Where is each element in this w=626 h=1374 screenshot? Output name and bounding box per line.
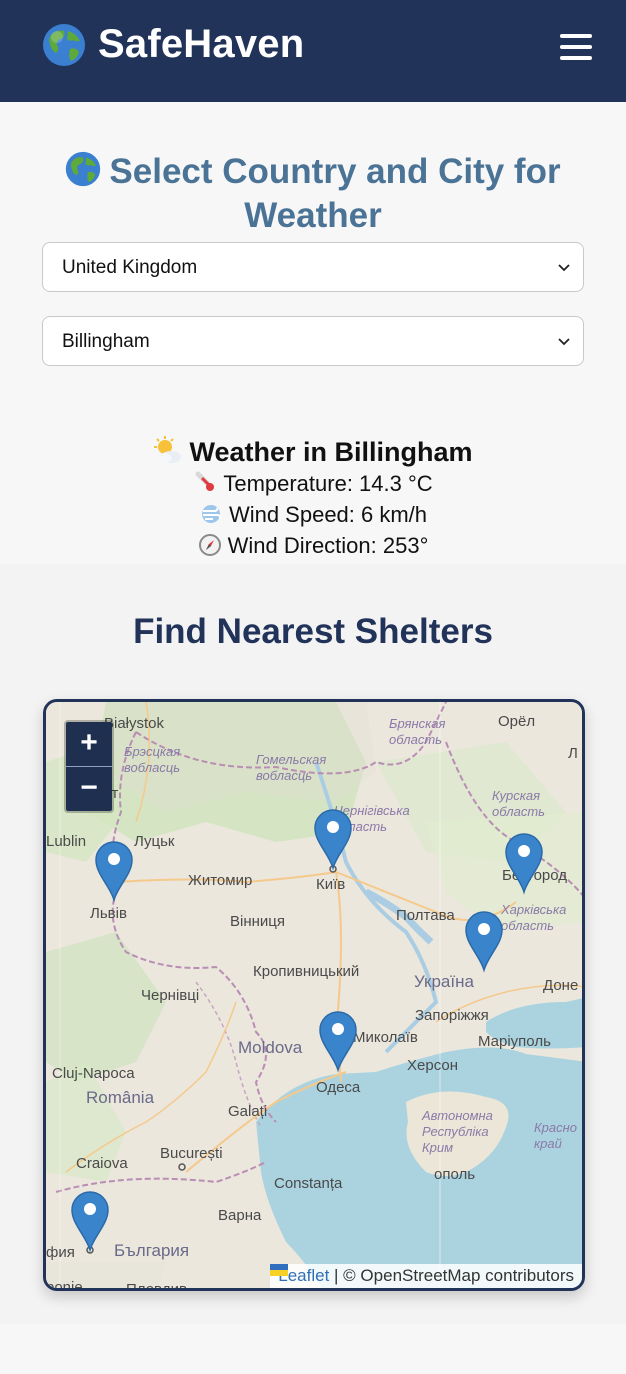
ukraine-flag-icon: [270, 1264, 289, 1276]
map-label: București: [160, 1145, 223, 1162]
map-label: фия: [46, 1244, 75, 1261]
map-tiles[interactable]: Białystok Орёл Lublin Луцьк Житомир Київ…: [46, 702, 585, 1291]
map-label: Миколаїв: [353, 1029, 418, 1046]
country-select-value: United Kingdom: [62, 257, 198, 278]
city-select[interactable]: Billingham: [42, 316, 584, 366]
country-select[interactable]: United Kingdom: [42, 242, 584, 292]
weather-section: Select Country and City for Weather Unit…: [0, 102, 626, 564]
attribution-text: | © OpenStreetMap contributors: [334, 1266, 574, 1285]
chevron-down-icon: [558, 264, 570, 272]
map-label: Доне: [543, 977, 578, 994]
brand-name: SafeHaven: [98, 22, 305, 66]
map-attribution: Leaflet | © OpenStreetMap contributors: [270, 1264, 582, 1288]
chevron-down-icon: [558, 338, 570, 346]
weather-form-title: Select Country and City for Weather: [40, 150, 586, 238]
map-label: Житомир: [188, 872, 252, 889]
map-label: Cluj-Napoca: [52, 1065, 135, 1082]
weather-form-title-text: Select Country and City for Weather: [109, 152, 561, 235]
zoom-in-button[interactable]: +: [66, 722, 112, 766]
wind-icon: [201, 505, 222, 523]
globe-icon: [66, 151, 101, 187]
temperature-line: Temperature: 14.3 °C: [0, 468, 626, 499]
map-label: Брянская область: [389, 716, 446, 747]
weather-card: Weather in Billingham Temperature: 14.3 …: [0, 436, 626, 561]
map-label: Курская область: [492, 788, 545, 819]
weather-title: Weather in Billingham: [0, 436, 626, 468]
map-label: Moldova: [238, 1038, 303, 1057]
wind-direction-value: Wind Direction: 253°: [227, 533, 429, 558]
map-label: Маріуполь: [478, 1033, 551, 1050]
map-label: Galați: [228, 1103, 267, 1120]
top-nav: SafeHaven: [0, 0, 626, 102]
map-label: Херсон: [407, 1057, 458, 1074]
city-select-value: Billingham: [62, 331, 150, 352]
map-label: Варна: [218, 1207, 262, 1224]
map-label: Вінниця: [230, 913, 285, 930]
wind-speed-value: Wind Speed: 6 km/h: [228, 502, 428, 527]
map-label: Україна: [414, 972, 474, 991]
zoom-out-button[interactable]: −: [66, 766, 112, 811]
hamburger-icon: [560, 34, 592, 38]
map-label: Луцьк: [134, 833, 175, 850]
map-label: Львів: [90, 905, 127, 922]
weather-title-text: Weather in Billingham: [189, 437, 473, 467]
shelter-title: Find Nearest Shelters: [133, 612, 493, 651]
map-label: България: [114, 1241, 189, 1260]
map-label: Пловдив: [126, 1281, 187, 1291]
map-label: Одеса: [316, 1079, 361, 1096]
wind-direction-line: Wind Direction: 253°: [0, 530, 626, 561]
map-label: ополь: [434, 1166, 475, 1183]
hamburger-menu-button[interactable]: [560, 34, 592, 64]
globe-icon: [43, 23, 85, 66]
map-label: ponie: [46, 1279, 83, 1291]
thermometer-icon: [195, 471, 215, 491]
map-label: Полтава: [396, 907, 455, 924]
wind-speed-line: Wind Speed: 6 km/h: [0, 499, 626, 530]
map-label: Київ: [316, 876, 345, 893]
map-label: Кропивницький: [253, 963, 359, 980]
temperature-value: Temperature: 14.3 °C: [223, 471, 433, 496]
map-label: Орёл: [498, 713, 535, 730]
zoom-control: + −: [64, 720, 114, 813]
map-label: Чернівці: [141, 987, 199, 1004]
map-label: Lublin: [46, 833, 86, 850]
shelter-section: Find Nearest Shelters Białystok Орёл Lub…: [0, 564, 626, 1324]
compass-icon: [198, 534, 221, 556]
map-label: Constanța: [274, 1175, 343, 1192]
sun-behind-cloud-icon: [154, 436, 182, 463]
map-label: Л: [568, 745, 578, 762]
map-label: România: [86, 1088, 155, 1107]
brand[interactable]: SafeHaven: [42, 22, 304, 67]
map-label: Брэсцкая вобласць: [124, 744, 180, 775]
map-label: Craiova: [76, 1155, 128, 1172]
shelter-map[interactable]: Białystok Орёл Lublin Луцьк Житомир Київ…: [43, 699, 585, 1291]
map-label: Запоріжжя: [415, 1007, 489, 1024]
